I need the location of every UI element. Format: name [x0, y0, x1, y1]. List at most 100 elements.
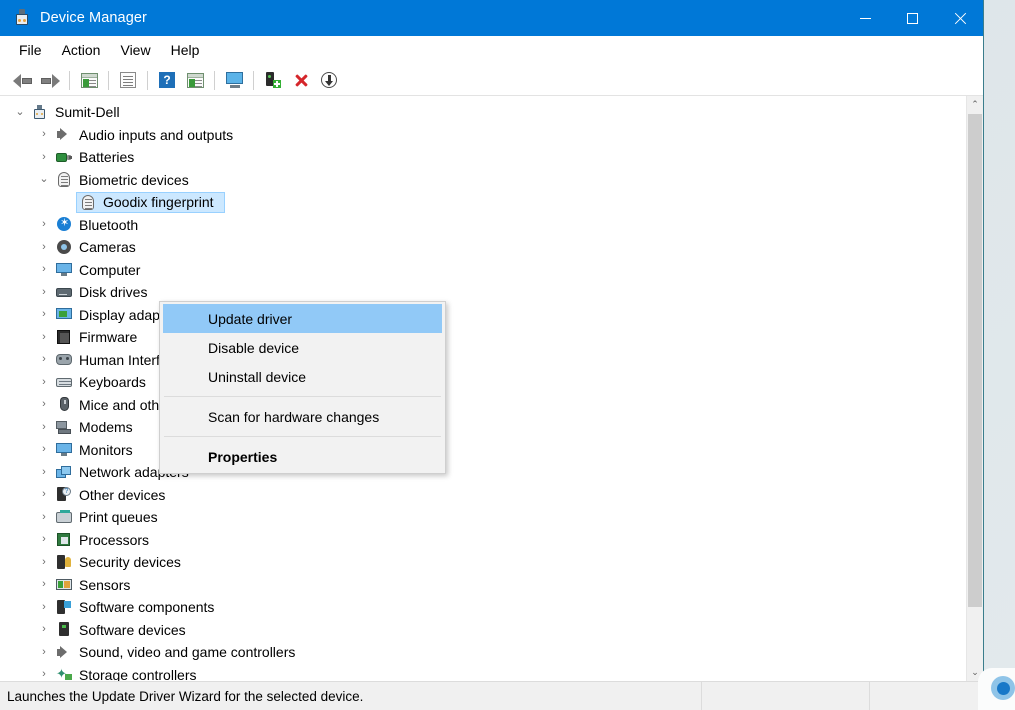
- chevron-right-icon[interactable]: ›: [36, 286, 52, 298]
- tree-item-label: Sensors: [79, 576, 131, 593]
- context-menu-item-scan-for-hardware-changes[interactable]: Scan for hardware changes: [163, 402, 442, 431]
- chevron-right-icon[interactable]: ›: [36, 399, 52, 410]
- tree-item-computer[interactable]: › Computer: [0, 259, 966, 282]
- download-circle-icon: [321, 72, 337, 88]
- menu-view[interactable]: View: [111, 39, 159, 61]
- tree-item-software-components[interactable]: › Software components: [0, 596, 966, 619]
- enable-device-button[interactable]: [259, 67, 287, 93]
- tree-item-cameras[interactable]: › Cameras: [0, 236, 966, 259]
- enable-device-icon: [265, 72, 281, 88]
- tree-item-audio-inputs-and-outputs[interactable]: › Audio inputs and outputs: [0, 124, 966, 147]
- chevron-right-icon[interactable]: ›: [36, 129, 52, 140]
- chevron-right-icon[interactable]: ›: [36, 421, 52, 433]
- context-menu-item-properties[interactable]: Properties: [163, 442, 442, 471]
- tree-item-mice-and-other-pointing-devices[interactable]: ›Mice and other pointing devices: [0, 394, 966, 417]
- device-tree[interactable]: ⌄ Sumit-Dell › Audio inputs and outputs › B…: [0, 96, 966, 681]
- tree-item-human-interface-devices[interactable]: › Human Interface Devices: [0, 349, 966, 372]
- tree-item-processors[interactable]: › Processors: [0, 529, 966, 552]
- tree-item-label: Bluetooth: [79, 216, 139, 233]
- tree-item-firmware[interactable]: › Firmware: [0, 326, 966, 349]
- chevron-right-icon[interactable]: ›: [36, 444, 52, 455]
- properties-button[interactable]: [114, 67, 142, 93]
- maximize-button[interactable]: [889, 0, 936, 36]
- chevron-right-icon[interactable]: ›: [36, 556, 52, 568]
- tree-item-bluetooth[interactable]: › Bluetooth: [0, 214, 966, 237]
- menu-file[interactable]: File: [10, 39, 51, 61]
- chevron-right-icon[interactable]: ›: [36, 466, 52, 478]
- tree-item-root[interactable]: ⌄ Sumit-Dell: [0, 101, 966, 124]
- tree-item-biometric-devices[interactable]: ⌄ Biometric devices: [0, 169, 966, 192]
- tree-item-content: Biometric devices: [52, 169, 200, 190]
- window-title: Device Manager: [40, 10, 147, 26]
- menu-action[interactable]: Action: [53, 39, 110, 61]
- chevron-right-icon[interactable]: ›: [36, 376, 52, 388]
- chevron-right-icon[interactable]: ›: [36, 354, 52, 365]
- tree-item-monitors[interactable]: › Monitors: [0, 439, 966, 462]
- tree-item-label: Firmware: [79, 329, 138, 346]
- tree-item-goodix-fingerprint[interactable]: Goodix fingerprint: [0, 191, 966, 214]
- chevron-right-icon[interactable]: ›: [36, 241, 52, 253]
- update-driver-button[interactable]: [220, 67, 248, 93]
- console-tree-icon: [80, 72, 98, 88]
- chevron-right-icon[interactable]: ›: [36, 669, 52, 680]
- tree-item-print-queues[interactable]: › Print queues: [0, 506, 966, 529]
- chevron-right-icon[interactable]: ›: [36, 264, 52, 275]
- tree-item-sensors[interactable]: › Sensors: [0, 574, 966, 597]
- vertical-scrollbar[interactable]: ⌃ ⌄: [966, 96, 983, 681]
- context-menu-separator: [164, 396, 441, 397]
- back-button[interactable]: [8, 67, 36, 93]
- context-menu-item-update-driver[interactable]: Update driver: [163, 304, 442, 333]
- tree-item-sound-video-and-game-controllers[interactable]: › Sound, video and game controllers: [0, 641, 966, 664]
- chevron-right-icon[interactable]: ›: [36, 331, 52, 343]
- scrollbar-thumb[interactable]: [968, 114, 982, 607]
- chevron-right-icon[interactable]: ›: [36, 511, 52, 523]
- forward-button[interactable]: [36, 67, 64, 93]
- security-icon: [55, 554, 73, 571]
- tree-item-disk-drives[interactable]: › Disk drives: [0, 281, 966, 304]
- tree-item-security-devices[interactable]: › Security devices: [0, 551, 966, 574]
- chevron-right-icon[interactable]: ›: [36, 624, 52, 635]
- tree-item-network-adapters[interactable]: › Network adapters: [0, 461, 966, 484]
- tree-item-keyboards[interactable]: › Keyboards: [0, 371, 966, 394]
- display-adapter-icon: [55, 306, 73, 323]
- chip-icon: [55, 329, 73, 346]
- context-menu-separator: [164, 436, 441, 437]
- chevron-down-icon[interactable]: ⌄: [12, 106, 28, 118]
- tree-item-other-devices[interactable]: ›? Other devices: [0, 484, 966, 507]
- tree-item-software-devices[interactable]: › Software devices: [0, 619, 966, 642]
- tree-item-content: Firmware: [52, 327, 148, 348]
- uninstall-device-button[interactable]: [287, 67, 315, 93]
- close-button[interactable]: [936, 0, 983, 36]
- context-menu-item-uninstall-device[interactable]: Uninstall device: [163, 362, 442, 391]
- show-hide-console-tree-button[interactable]: [75, 67, 103, 93]
- tree-item-storage-controllers[interactable]: › ✦ Storage controllers: [0, 664, 966, 681]
- tree-item-label: Storage controllers: [79, 666, 197, 681]
- toolbar-separator: [108, 70, 109, 90]
- minimize-button[interactable]: [842, 0, 889, 36]
- monitor-icon: [55, 261, 73, 278]
- show-hide-action-pane-button[interactable]: [181, 67, 209, 93]
- chevron-right-icon[interactable]: ›: [36, 219, 52, 230]
- tree-item-modems[interactable]: › Modems: [0, 416, 966, 439]
- scan-for-hardware-changes-button[interactable]: [315, 67, 343, 93]
- scroll-up-button[interactable]: ⌃: [967, 96, 983, 113]
- chevron-down-icon[interactable]: ⌄: [36, 174, 52, 185]
- menu-help[interactable]: Help: [162, 39, 209, 61]
- tree-item-content: Modems: [52, 417, 144, 438]
- chevron-right-icon[interactable]: ›: [36, 489, 52, 500]
- chevron-right-icon[interactable]: ›: [36, 151, 52, 163]
- context-menu-item-disable-device[interactable]: Disable device: [163, 333, 442, 362]
- help-button[interactable]: ?: [153, 67, 181, 93]
- tree-item-batteries[interactable]: › Batteries: [0, 146, 966, 169]
- monitor-icon: [55, 441, 73, 458]
- chevron-right-icon[interactable]: ›: [36, 579, 52, 590]
- speaker-icon: [55, 644, 73, 661]
- chevron-right-icon[interactable]: ›: [36, 309, 52, 320]
- tree-item-display-adapters[interactable]: › Display adapters: [0, 304, 966, 327]
- chevron-right-icon[interactable]: ›: [36, 601, 52, 613]
- fingerprint-icon: [79, 194, 97, 211]
- tree-item-label: Batteries: [79, 149, 135, 166]
- chevron-right-icon[interactable]: ›: [36, 534, 52, 545]
- chevron-right-icon[interactable]: ›: [36, 646, 52, 658]
- tree-item-label: Security devices: [79, 554, 181, 571]
